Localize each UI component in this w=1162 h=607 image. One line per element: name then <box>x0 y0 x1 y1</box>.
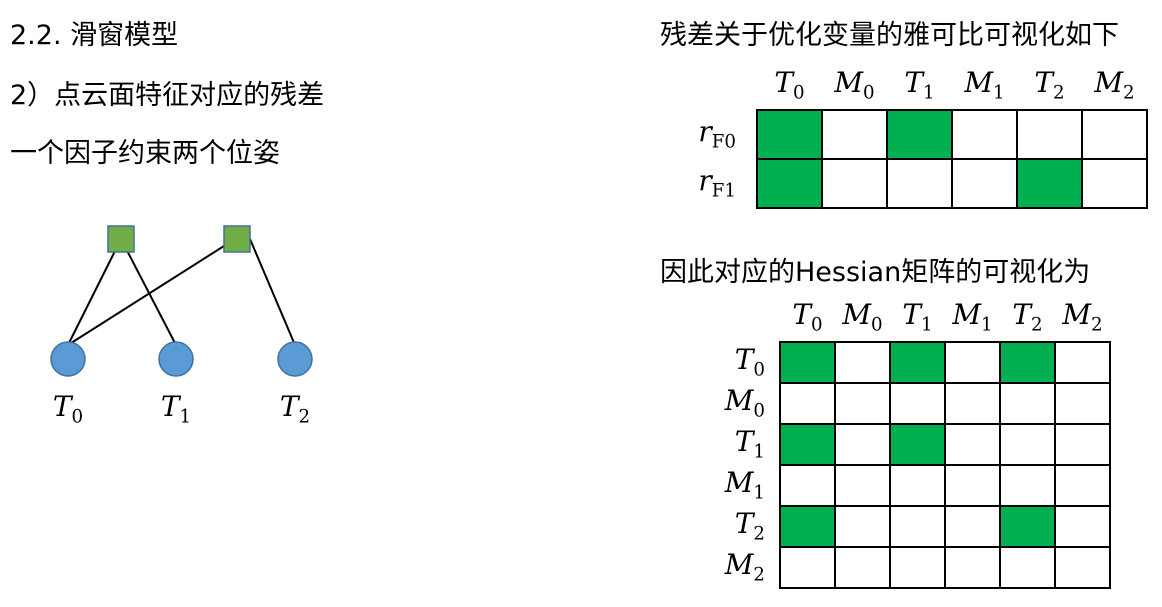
cell-r5-c4 <box>999 546 1056 589</box>
cell-r1-c3 <box>944 382 1001 425</box>
cell-r1-c1 <box>821 158 888 209</box>
cell-r4-c3 <box>944 505 1001 548</box>
jacobian-col-header-0: T0 <box>774 66 805 104</box>
jacobian-row-header-0: rF0 <box>698 114 736 152</box>
cell-r1-c2 <box>889 382 946 425</box>
jacobian-grid <box>756 109 1148 209</box>
cell-r1-c5 <box>1054 382 1111 425</box>
cell-r2-c1 <box>834 423 891 466</box>
cell-r0-c0 <box>756 109 823 160</box>
factor-node-0 <box>107 225 135 253</box>
hessian-row-header-3: M1 <box>724 465 765 503</box>
factor-note: 一个因子约束两个位姿 <box>10 138 280 169</box>
cell-r5-c1 <box>834 546 891 589</box>
jacobian-row-header-1: rF1 <box>698 163 736 201</box>
cell-r4-c2 <box>889 505 946 548</box>
jacobian-col-header-3: M1 <box>964 66 1005 104</box>
cell-r3-c5 <box>1054 464 1111 507</box>
pose-node-t1 <box>158 341 194 377</box>
cell-r0-c1 <box>834 341 891 384</box>
cell-r4-c1 <box>834 505 891 548</box>
cell-r0-c3 <box>951 109 1018 160</box>
cell-r3-c3 <box>944 464 1001 507</box>
cell-r2-c0 <box>779 423 836 466</box>
cell-r2-c3 <box>944 423 1001 466</box>
hessian-row-header-1: M0 <box>724 383 765 421</box>
cell-r3-c4 <box>999 464 1056 507</box>
cell-r5-c5 <box>1054 546 1111 589</box>
cell-r5-c0 <box>779 546 836 589</box>
edge-f1-t0 <box>67 238 236 346</box>
hessian-col-header-5: M2 <box>1062 298 1103 336</box>
edge-f1-t2 <box>249 238 296 346</box>
cell-r1-c0 <box>756 158 823 209</box>
jacobian-col-header-2: T1 <box>904 66 935 104</box>
cell-r1-c5 <box>1081 158 1148 209</box>
cell-r5-c2 <box>889 546 946 589</box>
pose-node-t2 <box>277 341 313 377</box>
cell-r1-c3 <box>951 158 1018 209</box>
jacobian-col-header-5: M2 <box>1094 66 1135 104</box>
cell-r0-c2 <box>886 109 953 160</box>
hessian-col-header-1: M0 <box>842 298 883 336</box>
cell-r1-c0 <box>779 382 836 425</box>
cell-r1-c4 <box>999 382 1056 425</box>
jacobian-title: 残差关于优化变量的雅可比可视化如下 <box>660 20 1119 51</box>
cell-r3-c1 <box>834 464 891 507</box>
pose-label-0: T0 <box>52 390 84 428</box>
cell-r0-c4 <box>1016 109 1083 160</box>
cell-r3-c2 <box>889 464 946 507</box>
cell-r2-c2 <box>889 423 946 466</box>
hessian-row-header-0: T0 <box>734 342 765 380</box>
hessian-col-header-4: T2 <box>1012 298 1043 336</box>
cell-r2-c4 <box>999 423 1056 466</box>
hessian-col-header-3: M1 <box>952 298 993 336</box>
hessian-grid <box>779 341 1111 589</box>
hessian-col-header-2: T1 <box>902 298 933 336</box>
cell-r4-c4 <box>999 505 1056 548</box>
jacobian-col-header-1: M0 <box>834 66 875 104</box>
hessian-row-header-4: T2 <box>734 506 765 544</box>
cell-r4-c5 <box>1054 505 1111 548</box>
pose-node-t0 <box>50 341 86 377</box>
hessian-col-header-0: T0 <box>792 298 823 336</box>
cell-r1-c2 <box>886 158 953 209</box>
cell-r0-c5 <box>1081 109 1148 160</box>
cell-r0-c1 <box>821 109 888 160</box>
hessian-row-header-5: M2 <box>724 547 765 585</box>
hessian-row-header-2: T1 <box>734 424 765 462</box>
cell-r4-c0 <box>779 505 836 548</box>
cell-r0-c4 <box>999 341 1056 384</box>
cell-r0-c5 <box>1054 341 1111 384</box>
cell-r0-c3 <box>944 341 1001 384</box>
cell-r1-c1 <box>834 382 891 425</box>
subtitle: 2）点云面特征对应的残差 <box>10 80 325 111</box>
cell-r5-c3 <box>944 546 1001 589</box>
edge-f0-t1 <box>120 238 177 346</box>
cell-r0-c2 <box>889 341 946 384</box>
factor-node-1 <box>223 225 251 253</box>
hessian-title: 因此对应的Hessian矩阵的可视化为 <box>660 257 1091 288</box>
section-title: 2.2. 滑窗模型 <box>10 20 179 51</box>
cell-r0-c0 <box>779 341 836 384</box>
jacobian-col-header-4: T2 <box>1034 66 1065 104</box>
pose-label-1: T1 <box>160 390 192 428</box>
cell-r3-c0 <box>779 464 836 507</box>
cell-r1-c4 <box>1016 158 1083 209</box>
pose-label-2: T2 <box>279 390 311 428</box>
cell-r2-c5 <box>1054 423 1111 466</box>
